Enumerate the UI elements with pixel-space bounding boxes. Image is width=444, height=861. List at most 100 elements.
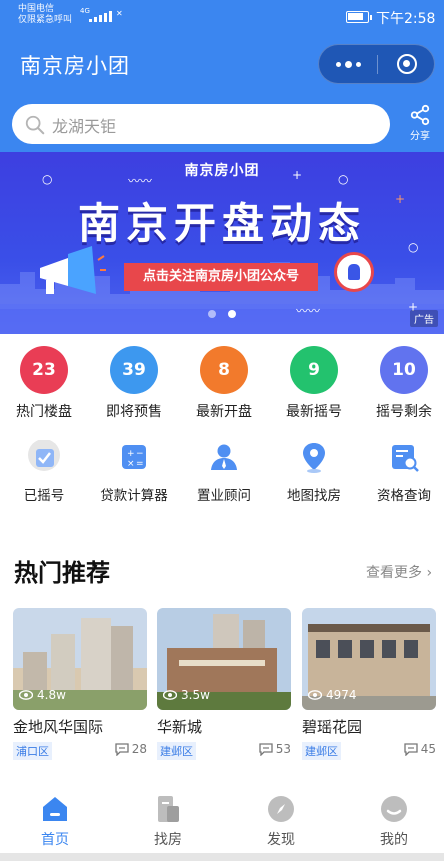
- tool-label: 地图找房: [287, 488, 341, 504]
- tool-label: 已摇号: [23, 488, 65, 504]
- stat-circle: 8: [200, 346, 248, 394]
- carousel-dot[interactable]: [208, 310, 216, 318]
- comment-icon: [259, 742, 273, 756]
- follow-cta[interactable]: 点击关注南京房小团公众号: [124, 263, 318, 291]
- comment-count-value: 28: [131, 742, 147, 756]
- comment-icon: [404, 742, 418, 756]
- district-tag: 建邺区: [302, 742, 341, 760]
- stat-circle: 23: [20, 346, 68, 394]
- stats-row: 23 热门楼盘 39 即将预售 8 最新开盘 9 最新摇号 10 摇号剩余: [0, 346, 444, 426]
- eye-icon: [163, 690, 177, 700]
- stat-latest-lottery[interactable]: 9 最新摇号: [269, 346, 359, 426]
- property-name: 华新城: [157, 718, 203, 736]
- carrier-info: 中国电信 仅限紧急呼叫: [18, 4, 72, 26]
- tab-label: 发现: [267, 832, 295, 848]
- megaphone-icon: [40, 246, 106, 294]
- tab-label: 找房: [154, 832, 182, 848]
- view-count: 4.8w: [19, 688, 66, 702]
- find-house-icon: [158, 796, 179, 822]
- eye-icon: [19, 690, 33, 700]
- banner-floor: [0, 304, 444, 334]
- app-title: 南京房小团: [20, 54, 130, 78]
- section-title: 热门推荐: [14, 559, 110, 587]
- tool-consultant[interactable]: 置业顾问: [179, 440, 269, 510]
- carousel-dot-active[interactable]: [228, 310, 236, 318]
- comment-count: 28: [115, 742, 147, 756]
- property-card[interactable]: 4.8w 金地风华国际 浦口区 28: [13, 608, 147, 768]
- tab-find-house[interactable]: 找房: [128, 794, 208, 854]
- tool-label: 贷款计算器: [100, 488, 168, 504]
- stat-label: 即将预售: [106, 404, 162, 420]
- search-input[interactable]: 龙湖天钜: [12, 104, 390, 144]
- carousel-indicators: [0, 310, 444, 318]
- ad-label: 广告: [410, 310, 438, 327]
- property-name: 金地风华国际: [13, 718, 104, 736]
- stat-lottery-remaining[interactable]: 10 摇号剩余: [359, 346, 444, 426]
- see-more-label: 查看更多: [366, 565, 422, 581]
- share-button[interactable]: 分享: [400, 104, 440, 148]
- tab-home[interactable]: 首页: [15, 794, 95, 854]
- tab-label: 首页: [41, 832, 69, 848]
- close-miniprogram-button[interactable]: [397, 54, 417, 74]
- comment-count: 45: [404, 742, 436, 756]
- recommendation-list: 4.8w 金地风华国际 浦口区 28 3.5w 华新城 建邺区 53 4974 …: [0, 608, 444, 768]
- view-count-value: 4974: [326, 688, 357, 702]
- agent-avatar-icon: [334, 252, 374, 292]
- tab-discover[interactable]: 发现: [241, 794, 321, 854]
- calculator-icon: + − × =: [122, 445, 146, 469]
- check-badge-icon: [28, 440, 60, 471]
- status-time: 下午2:58: [376, 11, 436, 27]
- tab-label: 我的: [380, 832, 408, 848]
- carrier-name: 中国电信: [18, 4, 55, 14]
- property-name: 碧瑶花园: [302, 718, 363, 736]
- tool-eligibility-check[interactable]: 资格查询: [359, 440, 444, 510]
- stat-label: 摇号剩余: [376, 404, 432, 420]
- status-bar: 中国电信 仅限紧急呼叫 4G ✕ 下午2:58: [0, 0, 444, 34]
- eye-icon: [308, 690, 322, 700]
- stat-circle: 9: [290, 346, 338, 394]
- view-count-value: 3.5w: [181, 688, 210, 702]
- home-icon: [43, 797, 67, 821]
- stat-label: 热门楼盘: [16, 404, 72, 420]
- home-indicator-bar: [0, 853, 444, 861]
- search-document-icon: [392, 445, 419, 472]
- stat-circle: 39: [110, 346, 158, 394]
- bottom-tab-bar: 首页 找房 发现 我的: [0, 784, 444, 861]
- property-card[interactable]: 4974 碧瑶花园 建邺区 45: [302, 608, 436, 768]
- stat-latest-openings[interactable]: 8 最新开盘: [179, 346, 269, 426]
- stat-label: 最新摇号: [286, 404, 342, 420]
- district-tag: 建邺区: [157, 742, 196, 760]
- signal-icon: 4G ✕: [80, 7, 128, 25]
- profile-icon: [381, 796, 407, 822]
- battery-icon: [346, 11, 372, 23]
- capsule-divider: [377, 55, 378, 74]
- tool-label: 资格查询: [377, 488, 431, 504]
- more-menu-button[interactable]: [319, 45, 377, 83]
- compass-icon: [268, 796, 294, 822]
- view-count-value: 4.8w: [37, 688, 66, 702]
- miniprogram-capsule: [318, 44, 435, 84]
- view-count: 3.5w: [163, 688, 210, 702]
- comment-count-value: 53: [275, 742, 291, 756]
- tool-map-search[interactable]: 地图找房: [269, 440, 359, 510]
- see-more-link[interactable]: 查看更多 ›: [366, 562, 432, 582]
- banner-title: 南京开盘动态: [77, 199, 366, 248]
- tab-profile[interactable]: 我的: [354, 794, 434, 854]
- tools-row: 已摇号 + − × = 贷款计算器 置业顾问 地图找房 资格查询: [0, 440, 444, 510]
- comment-count: 53: [259, 742, 291, 756]
- comment-count-value: 45: [420, 742, 436, 756]
- stat-hot-projects[interactable]: 23 热门楼盘: [0, 346, 89, 426]
- carrier-status: 仅限紧急呼叫: [18, 15, 73, 25]
- tool-loan-calculator[interactable]: + − × = 贷款计算器: [89, 440, 179, 510]
- property-card[interactable]: 3.5w 华新城 建邺区 53: [157, 608, 291, 768]
- header: 中国电信 仅限紧急呼叫 4G ✕ 下午2:58 南京房小团 龙湖天钜 分享: [0, 0, 444, 152]
- svg-text:=: =: [136, 459, 144, 469]
- consultant-icon: [211, 444, 237, 470]
- stat-upcoming-presale[interactable]: 39 即将预售: [89, 346, 179, 426]
- promo-banner[interactable]: 〰〰 + + ○ ○ ○ 〰〰 + 南京房小团 南京开盘动态 点击关注南京房小团…: [0, 152, 444, 334]
- tool-drawn-lottery[interactable]: 已摇号: [0, 440, 89, 510]
- comment-icon: [115, 742, 129, 756]
- banner-subtitle: 南京房小团: [184, 163, 260, 179]
- svg-text:−: −: [136, 449, 144, 459]
- svg-text:+: +: [127, 449, 135, 459]
